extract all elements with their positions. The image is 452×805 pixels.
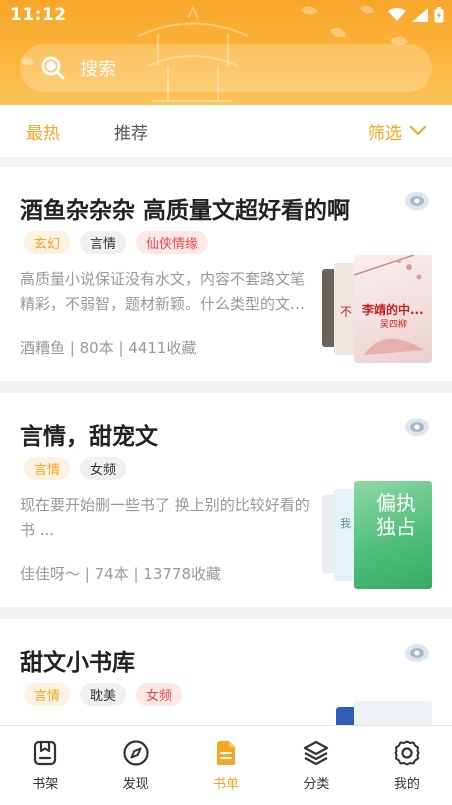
search-placeholder: 搜索 (80, 59, 116, 80)
nav-categories[interactable]: 分类 (271, 726, 361, 805)
filter-bar: 最热 推荐 筛选 (0, 105, 452, 157)
card-description: 高质量小说保证没有水文，内容不套路文笔精彩，不弱智，题材新颖。什么类型的文都..… (20, 270, 306, 313)
tag: 言情 (80, 231, 127, 254)
tag: 耽美 (80, 683, 127, 706)
tab-recommended[interactable]: 推荐 (114, 119, 148, 144)
nav-mine[interactable]: 我的 (362, 726, 452, 805)
wifi-icon (388, 8, 406, 21)
status-bar: 11:12 (0, 0, 452, 30)
book-cover: 偏执独占 (354, 481, 432, 589)
search-input[interactable]: 搜索 (20, 44, 432, 92)
favorite-badge-icon[interactable] (404, 415, 430, 439)
nav-label: 发现 (122, 777, 149, 792)
card-title: 甜文小书库 (20, 650, 135, 676)
cover-stack: 不 李靖的中... 吴四柳 (322, 255, 432, 363)
cover-stack (322, 701, 432, 725)
battery-icon (434, 7, 444, 23)
tag: 言情 (24, 457, 71, 480)
card-book-count: 80本 (79, 339, 114, 357)
nav-discover[interactable]: 发现 (90, 726, 180, 805)
tag: 玄幻 (24, 231, 71, 254)
tag-list: 言情 耽美 女频 (24, 683, 183, 706)
booklist-card[interactable]: 甜文小书库 言情 耽美 女频 (0, 619, 452, 725)
bookshelf-icon (34, 740, 57, 766)
filter-label: 筛选 (368, 123, 402, 144)
card-description: 现在要开始删一些书了 换上别的比较好看的书 ... (20, 496, 310, 539)
chevron-down-icon (410, 126, 426, 135)
booklist-icon (217, 741, 236, 765)
cover-title: 李靖的中... (362, 303, 424, 317)
booklist-card[interactable]: 言情，甜宠文 言情 女频 现在要开始删一些书了 换上别的比较好看的书 ... 佳… (0, 393, 452, 607)
bottom-nav: 书架 发现 书单 分类 我的 (0, 725, 452, 805)
nav-booklist[interactable]: 书单 (181, 726, 271, 805)
tag: 言情 (24, 683, 71, 706)
tag: 仙侠情缘 (136, 231, 209, 254)
booklist-list: 酒鱼杂杂杂 高质量文超好看的啊 玄幻 言情 仙侠情缘 高质量小说保证没有水文，内… (0, 167, 452, 725)
tag: 女频 (136, 683, 183, 706)
cover-author: 吴四柳 (380, 320, 408, 330)
cover-title: 偏执独占 (376, 491, 416, 539)
booklist-card[interactable]: 酒鱼杂杂杂 高质量文超好看的啊 玄幻 言情 仙侠情缘 高质量小说保证没有水文，内… (0, 167, 452, 381)
compass-icon (123, 740, 149, 766)
card-favorites: 13778收藏 (143, 565, 222, 583)
nav-label: 书架 (32, 777, 59, 792)
tag: 女频 (80, 457, 127, 480)
signal-icon (412, 8, 428, 22)
status-icons (388, 7, 444, 23)
card-author: 酒糟鱼 (20, 339, 66, 357)
book-cover (354, 701, 432, 725)
gear-icon (394, 740, 420, 766)
card-author: 佳佳呀～ (20, 565, 81, 583)
nav-label: 分类 (303, 777, 330, 792)
card-favorites: 4411收藏 (128, 339, 197, 357)
status-time: 11:12 (10, 5, 67, 25)
favorite-badge-icon[interactable] (404, 189, 430, 213)
card-title: 言情，甜宠文 (20, 424, 158, 450)
nav-bookshelf[interactable]: 书架 (0, 726, 90, 805)
layers-icon (304, 740, 329, 766)
header: 11:12 搜索 (0, 0, 452, 105)
cover-text: 不 (340, 305, 353, 319)
cover-text: 我 (340, 517, 351, 530)
tab-hottest[interactable]: 最热 (26, 119, 60, 144)
card-meta: 酒糟鱼 | 80本 | 4411收藏 (20, 339, 197, 357)
tag-list: 言情 女频 (24, 457, 127, 480)
cover-stack: 我 偏执独占 (322, 481, 432, 589)
tag-list: 玄幻 言情 仙侠情缘 (24, 231, 209, 254)
nav-label: 书单 (213, 777, 240, 792)
search-icon (41, 56, 65, 80)
card-title: 酒鱼杂杂杂 高质量文超好看的啊 (20, 198, 351, 224)
card-book-count: 74本 (94, 565, 129, 583)
filter-button[interactable]: 筛选 (368, 119, 426, 144)
nav-label: 我的 (393, 777, 420, 792)
card-meta: 佳佳呀～ | 74本 | 13778收藏 (20, 565, 222, 583)
favorite-badge-icon[interactable] (404, 641, 430, 665)
book-cover: 李靖的中... 吴四柳 (354, 255, 432, 363)
